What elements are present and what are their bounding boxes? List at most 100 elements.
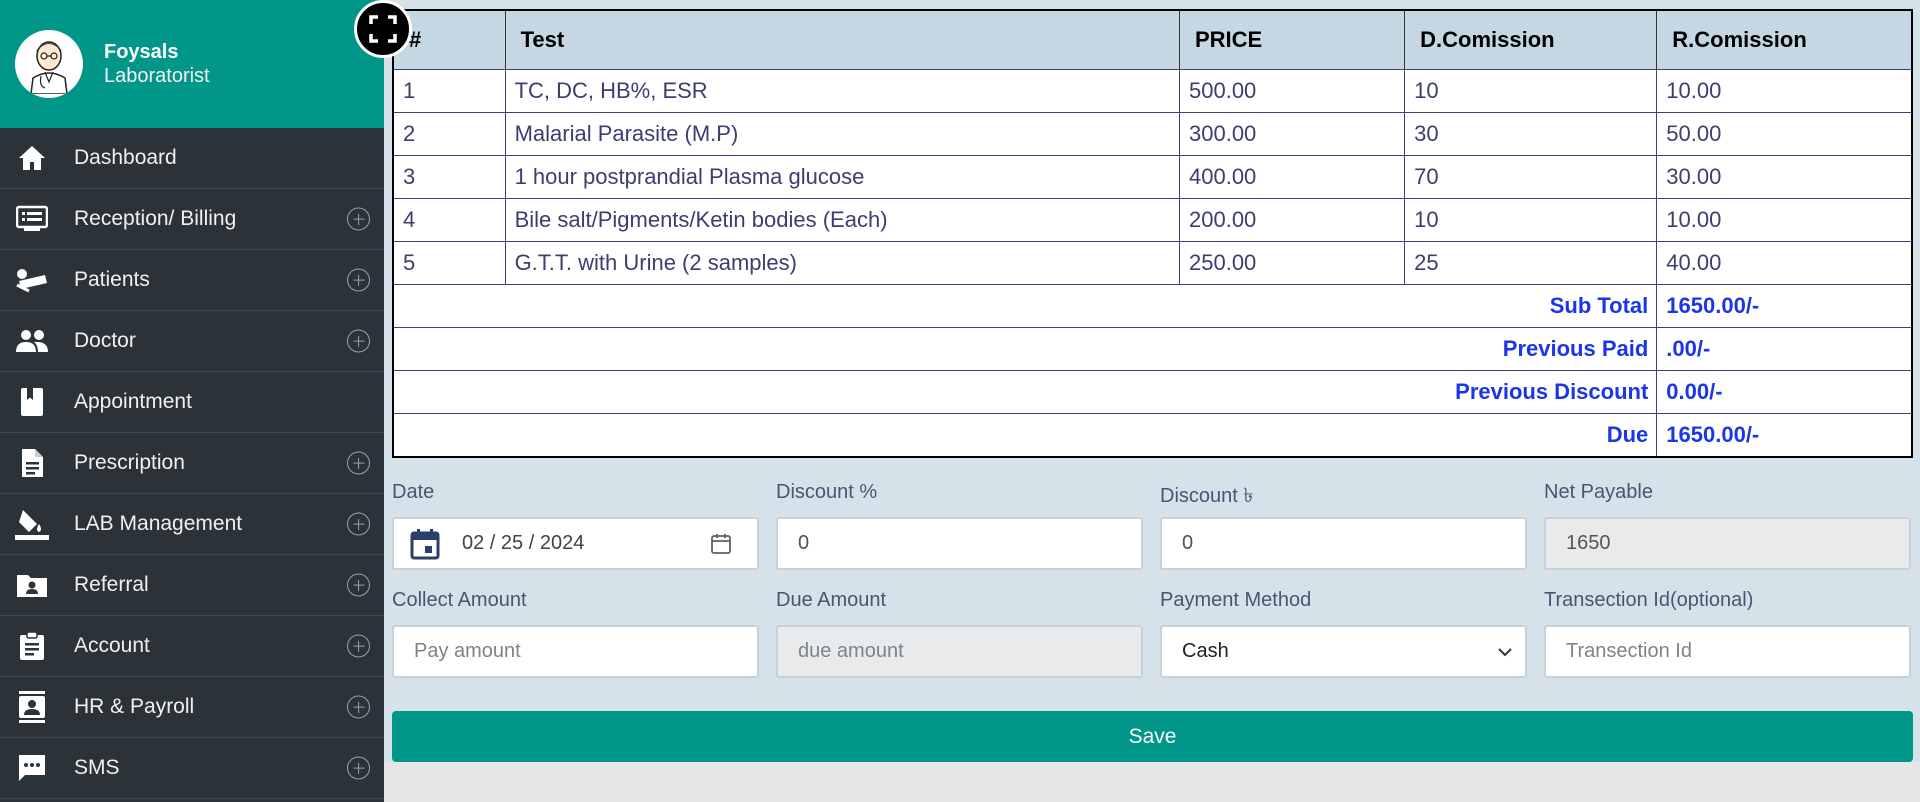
sidebar-item-account[interactable]: Account	[0, 616, 384, 677]
collect-amount-input[interactable]: Pay amount	[392, 625, 759, 678]
expand-plus-icon[interactable]	[347, 268, 370, 292]
sidebar: Foysals Laboratorist Dashboard Reception…	[0, 0, 384, 802]
cell-index: 4	[394, 197, 506, 241]
chevron-down-icon	[1498, 647, 1512, 656]
transaction-id-placeholder: Transection Id	[1566, 640, 1692, 662]
net-payable-value: 1650	[1566, 532, 1611, 554]
cell-index: 5	[394, 240, 506, 284]
cell-r-comission: 10.00	[1656, 68, 1911, 112]
sidebar-item-label: Referral	[74, 573, 149, 596]
fullscreen-icon	[369, 15, 397, 43]
expand-plus-icon[interactable]	[347, 634, 370, 658]
page-bottom	[384, 762, 1920, 802]
date-field[interactable]: 02 / 25 / 2024	[392, 517, 759, 570]
folder-user-icon	[15, 568, 49, 602]
test-table: # Test PRICE D.Comission R.Comission 1 T…	[392, 9, 1913, 458]
summary-label: Sub Total	[394, 283, 1658, 327]
expand-plus-icon[interactable]	[347, 573, 370, 597]
payment-method-label: Payment Method	[1160, 589, 1312, 611]
summary-row-due: Due 1650.00/-	[394, 412, 1911, 456]
sidebar-item-label: Reception/ Billing	[74, 207, 237, 230]
sidebar-item-label: Appointment	[74, 390, 192, 413]
cell-test: 1 hour postprandial Plasma glucose	[505, 154, 1181, 198]
summary-row-previous-discount: Previous Discount 0.00/-	[394, 369, 1911, 413]
sidebar-item-label: Prescription	[74, 451, 185, 474]
calendar-icon	[410, 528, 440, 559]
sidebar-item-label: LAB Management	[74, 512, 243, 535]
discount-amount-input[interactable]: 0	[1160, 517, 1527, 570]
sidebar-item-hr-payroll[interactable]: HR & Payroll	[0, 677, 384, 738]
cell-price: 500.00	[1179, 68, 1406, 112]
summary-label: Previous Discount	[394, 369, 1658, 413]
save-button[interactable]: Save	[392, 711, 1913, 762]
people-icon	[15, 324, 49, 358]
sidebar-item-referral[interactable]: Referral	[0, 555, 384, 616]
table-header-row: # Test PRICE D.Comission R.Comission	[394, 11, 1911, 69]
collect-amount-label: Collect Amount	[392, 589, 527, 611]
book-icon	[15, 385, 49, 419]
col-header-price: PRICE	[1179, 11, 1406, 69]
expand-plus-icon[interactable]	[347, 329, 370, 353]
cell-index: 2	[394, 111, 506, 155]
col-header-d-comission: D.Comission	[1404, 11, 1658, 69]
payment-method-select[interactable]: Cash	[1160, 625, 1527, 678]
sidebar-item-dashboard[interactable]: Dashboard	[0, 128, 384, 189]
date-picker-icon[interactable]	[710, 533, 732, 555]
cell-r-comission: 40.00	[1656, 240, 1911, 284]
cell-r-comission: 30.00	[1656, 154, 1911, 198]
date-value: 02 / 25 / 2024	[462, 532, 585, 554]
paint-bucket-icon	[15, 507, 49, 541]
cell-d-comission: 10	[1404, 68, 1658, 112]
doctor-avatar-icon	[30, 41, 68, 94]
contact-card-icon	[15, 690, 49, 724]
cell-d-comission: 10	[1404, 197, 1658, 241]
discount-percent-input[interactable]: 0	[776, 517, 1143, 570]
summary-label: Due	[394, 412, 1658, 456]
sidebar-item-prescription[interactable]: Prescription	[0, 433, 384, 494]
table-row: 5 G.T.T. with Urine (2 samples) 250.00 2…	[394, 240, 1911, 284]
expand-plus-icon[interactable]	[347, 451, 370, 475]
sidebar-item-sms[interactable]: SMS	[0, 738, 384, 799]
cell-price: 200.00	[1179, 197, 1406, 241]
cell-index: 1	[394, 68, 506, 112]
table-row: 2 Malarial Parasite (M.P) 300.00 30 50.0…	[394, 111, 1911, 155]
chat-icon	[15, 751, 49, 785]
sidebar-item-patients[interactable]: Patients	[0, 250, 384, 311]
fullscreen-button[interactable]	[354, 0, 412, 58]
main-content: # Test PRICE D.Comission R.Comission 1 T…	[384, 0, 1920, 762]
sidebar-item-appointment[interactable]: Appointment	[0, 372, 384, 433]
avatar[interactable]	[15, 30, 83, 98]
cell-r-comission: 50.00	[1656, 111, 1911, 155]
cell-d-comission: 70	[1404, 154, 1658, 198]
expand-plus-icon[interactable]	[347, 207, 370, 231]
date-label: Date	[392, 481, 435, 503]
discount-percent-label: Discount %	[776, 481, 878, 503]
sidebar-item-reception-billing[interactable]: Reception/ Billing	[0, 189, 384, 250]
sidebar-item-doctor[interactable]: Doctor	[0, 311, 384, 372]
table-row: 1 TC, DC, HB%, ESR 500.00 10 10.00	[394, 68, 1911, 112]
cell-test: TC, DC, HB%, ESR	[505, 68, 1181, 112]
cell-d-comission: 25	[1404, 240, 1658, 284]
cell-d-comission: 30	[1404, 111, 1658, 155]
profile-header: Foysals Laboratorist	[0, 0, 384, 128]
discount-percent-value: 0	[798, 532, 810, 554]
sidebar-item-label: HR & Payroll	[74, 695, 195, 718]
expand-plus-icon[interactable]	[347, 756, 370, 780]
clipboard-icon	[15, 629, 49, 663]
expand-plus-icon[interactable]	[347, 695, 370, 719]
cell-test: Bile salt/Pigments/Ketin bodies (Each)	[505, 197, 1181, 241]
summary-value: 1650.00/-	[1656, 412, 1911, 456]
sidebar-item-label: Patients	[74, 268, 150, 291]
cell-price: 400.00	[1179, 154, 1406, 198]
sidebar-item-lab-management[interactable]: LAB Management	[0, 494, 384, 555]
cell-r-comission: 10.00	[1656, 197, 1911, 241]
summary-row-previous-paid: Previous Paid .00/-	[394, 326, 1911, 370]
transaction-id-input[interactable]: Transection Id	[1544, 625, 1911, 678]
summary-value: 0.00/-	[1656, 369, 1911, 413]
summary-label: Previous Paid	[394, 326, 1658, 370]
payment-method-value: Cash	[1182, 640, 1229, 662]
table-row: 3 1 hour postprandial Plasma glucose 400…	[394, 154, 1911, 198]
due-amount-label: Due Amount	[776, 589, 887, 611]
sidebar-item-label: SMS	[74, 756, 120, 779]
expand-plus-icon[interactable]	[347, 512, 370, 536]
